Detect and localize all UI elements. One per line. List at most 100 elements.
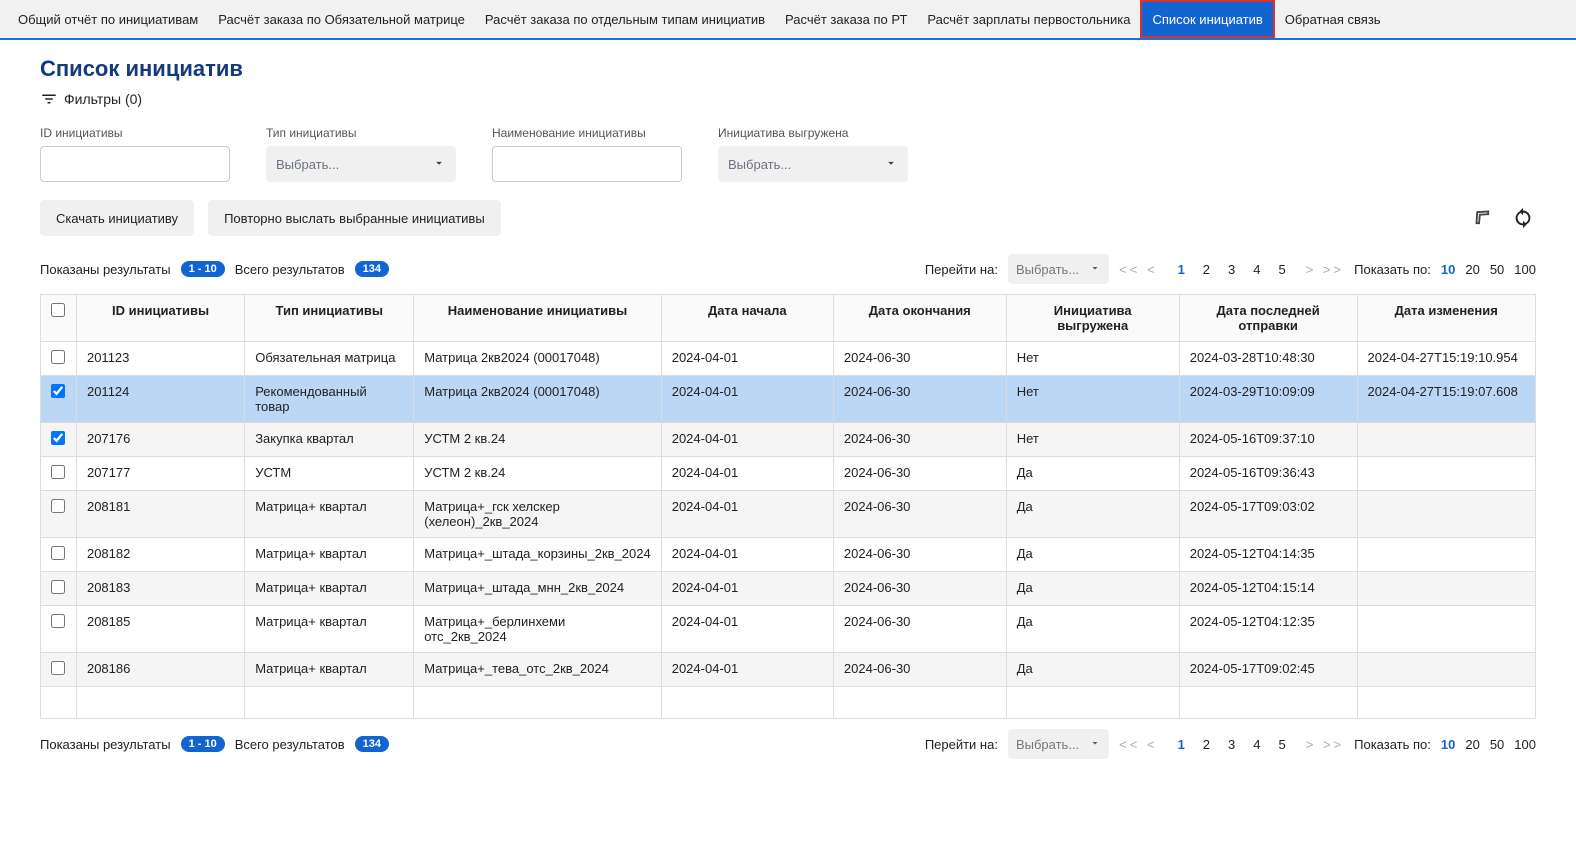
- th-id[interactable]: ID инициативы: [76, 295, 244, 342]
- th-name[interactable]: Наименование инициативы: [414, 295, 661, 342]
- goto-select[interactable]: Выбрать...: [1008, 254, 1109, 284]
- goto-label: Перейти на:: [925, 262, 998, 277]
- row-checkbox[interactable]: [51, 350, 65, 364]
- cell-id: 207177: [76, 457, 244, 491]
- table-row-empty: [41, 687, 1536, 719]
- row-checkbox[interactable]: [51, 546, 65, 560]
- page-2[interactable]: 2: [1203, 262, 1210, 277]
- show-100[interactable]: 100: [1514, 737, 1536, 752]
- th-last-sent[interactable]: Дата последней отправки: [1179, 295, 1357, 342]
- pager-next[interactable]: > >>: [1306, 737, 1344, 752]
- row-checkbox[interactable]: [51, 614, 65, 628]
- exported-filter-label: Инициатива выгружена: [718, 126, 908, 140]
- page-3[interactable]: 3: [1228, 262, 1235, 277]
- id-filter-label: ID инициативы: [40, 126, 230, 140]
- cell-end: 2024-06-30: [833, 457, 1006, 491]
- table-row[interactable]: 207177УСТМУСТМ 2 кв.242024-04-012024-06-…: [41, 457, 1536, 491]
- table-row[interactable]: 208186Матрица+ кварталМатрица+_тева_отс_…: [41, 653, 1536, 687]
- initiatives-table: ID инициативы Тип инициативы Наименовани…: [40, 294, 1536, 719]
- nav-item-4[interactable]: Расчёт зарплаты первостольника: [917, 0, 1140, 38]
- cell-start: 2024-04-01: [661, 538, 833, 572]
- page-3[interactable]: 3: [1228, 737, 1235, 752]
- cell-end: 2024-06-30: [833, 342, 1006, 376]
- download-button[interactable]: Скачать инициативу: [40, 200, 194, 236]
- tag-icon[interactable]: [1470, 205, 1496, 231]
- row-checkbox[interactable]: [51, 384, 65, 398]
- cell-id: 208182: [76, 538, 244, 572]
- row-checkbox[interactable]: [51, 661, 65, 675]
- table-row[interactable]: 208185Матрица+ кварталМатрица+_берлинхем…: [41, 606, 1536, 653]
- row-checkbox[interactable]: [51, 580, 65, 594]
- pager-prev[interactable]: << <: [1119, 262, 1157, 277]
- row-checkbox[interactable]: [51, 465, 65, 479]
- cell-end: 2024-06-30: [833, 423, 1006, 457]
- table-row[interactable]: 208183Матрица+ кварталМатрица+_штада_мнн…: [41, 572, 1536, 606]
- cell-type: Закупка квартал: [245, 423, 414, 457]
- select-all-checkbox[interactable]: [51, 303, 65, 317]
- total-label: Всего результатов: [235, 262, 345, 277]
- cell-modified: [1357, 572, 1536, 606]
- resend-button[interactable]: Повторно выслать выбранные инициативы: [208, 200, 501, 236]
- cell-end: 2024-06-30: [833, 572, 1006, 606]
- page-2[interactable]: 2: [1203, 737, 1210, 752]
- th-end[interactable]: Дата окончания: [833, 295, 1006, 342]
- nav-item-3[interactable]: Расчёт заказа по РТ: [775, 0, 917, 38]
- show-50[interactable]: 50: [1490, 737, 1504, 752]
- pager-prev[interactable]: << <: [1119, 737, 1157, 752]
- cell-last_sent: 2024-03-29T10:09:09: [1179, 376, 1357, 423]
- table-row[interactable]: 207176Закупка кварталУСТМ 2 кв.242024-04…: [41, 423, 1536, 457]
- show-10[interactable]: 10: [1441, 262, 1455, 277]
- cell-id: 208181: [76, 491, 244, 538]
- show-10[interactable]: 10: [1441, 737, 1455, 752]
- page-4[interactable]: 4: [1253, 737, 1260, 752]
- show-50[interactable]: 50: [1490, 262, 1504, 277]
- nav-item-6[interactable]: Обратная связь: [1275, 0, 1391, 38]
- exported-filter-select[interactable]: Выбрать...: [718, 146, 908, 182]
- show-20[interactable]: 20: [1465, 262, 1479, 277]
- page-4[interactable]: 4: [1253, 262, 1260, 277]
- filters-toggle[interactable]: Фильтры (0): [40, 90, 1536, 108]
- cell-exported: Нет: [1006, 376, 1179, 423]
- th-type[interactable]: Тип инициативы: [245, 295, 414, 342]
- cell-name: Матрица+_берлинхеми отс_2кв_2024: [414, 606, 661, 653]
- table-row[interactable]: 208181Матрица+ кварталМатрица+_гск хелск…: [41, 491, 1536, 538]
- cell-exported: Да: [1006, 491, 1179, 538]
- id-filter-input[interactable]: [40, 146, 230, 182]
- nav-item-0[interactable]: Общий отчёт по инициативам: [8, 0, 208, 38]
- show-nums: 10 20 50 100: [1441, 737, 1536, 752]
- pager-next[interactable]: > >>: [1306, 262, 1344, 277]
- cell-last_sent: 2024-05-12T04:15:14: [1179, 572, 1357, 606]
- nav-item-2[interactable]: Расчёт заказа по отдельным типам инициат…: [475, 0, 775, 38]
- exported-filter-placeholder: Выбрать...: [728, 157, 791, 172]
- cell-last_sent: 2024-05-16T09:36:43: [1179, 457, 1357, 491]
- nav-item-5[interactable]: Список инициатив: [1140, 0, 1274, 38]
- type-filter-placeholder: Выбрать...: [276, 157, 339, 172]
- show-label: Показать по:: [1354, 737, 1431, 752]
- th-modified[interactable]: Дата изменения: [1357, 295, 1536, 342]
- goto-select[interactable]: Выбрать...: [1008, 729, 1109, 759]
- row-checkbox[interactable]: [51, 431, 65, 445]
- show-20[interactable]: 20: [1465, 737, 1479, 752]
- refresh-icon[interactable]: [1510, 205, 1536, 231]
- cell-start: 2024-04-01: [661, 342, 833, 376]
- page-5[interactable]: 5: [1279, 737, 1286, 752]
- page-1[interactable]: 1: [1178, 262, 1185, 277]
- th-exported[interactable]: Инициатива выгружена: [1006, 295, 1179, 342]
- show-100[interactable]: 100: [1514, 262, 1536, 277]
- table-row[interactable]: 201123Обязательная матрицаМатрица 2кв202…: [41, 342, 1536, 376]
- shown-badge: 1 - 10: [181, 261, 225, 277]
- table-row[interactable]: 201124Рекомендованный товарМатрица 2кв20…: [41, 376, 1536, 423]
- page-5[interactable]: 5: [1279, 262, 1286, 277]
- row-checkbox[interactable]: [51, 499, 65, 513]
- type-filter-select[interactable]: Выбрать...: [266, 146, 456, 182]
- pager-nums: 1 2 3 4 5: [1168, 262, 1296, 277]
- cell-last_sent: 2024-05-17T09:02:45: [1179, 653, 1357, 687]
- total-badge: 134: [355, 736, 389, 752]
- page-1[interactable]: 1: [1178, 737, 1185, 752]
- cell-exported: Да: [1006, 653, 1179, 687]
- name-filter-input[interactable]: [492, 146, 682, 182]
- th-start[interactable]: Дата начала: [661, 295, 833, 342]
- table-row[interactable]: 208182Матрица+ кварталМатрица+_штада_кор…: [41, 538, 1536, 572]
- cell-start: 2024-04-01: [661, 376, 833, 423]
- nav-item-1[interactable]: Расчёт заказа по Обязательной матрице: [208, 0, 475, 38]
